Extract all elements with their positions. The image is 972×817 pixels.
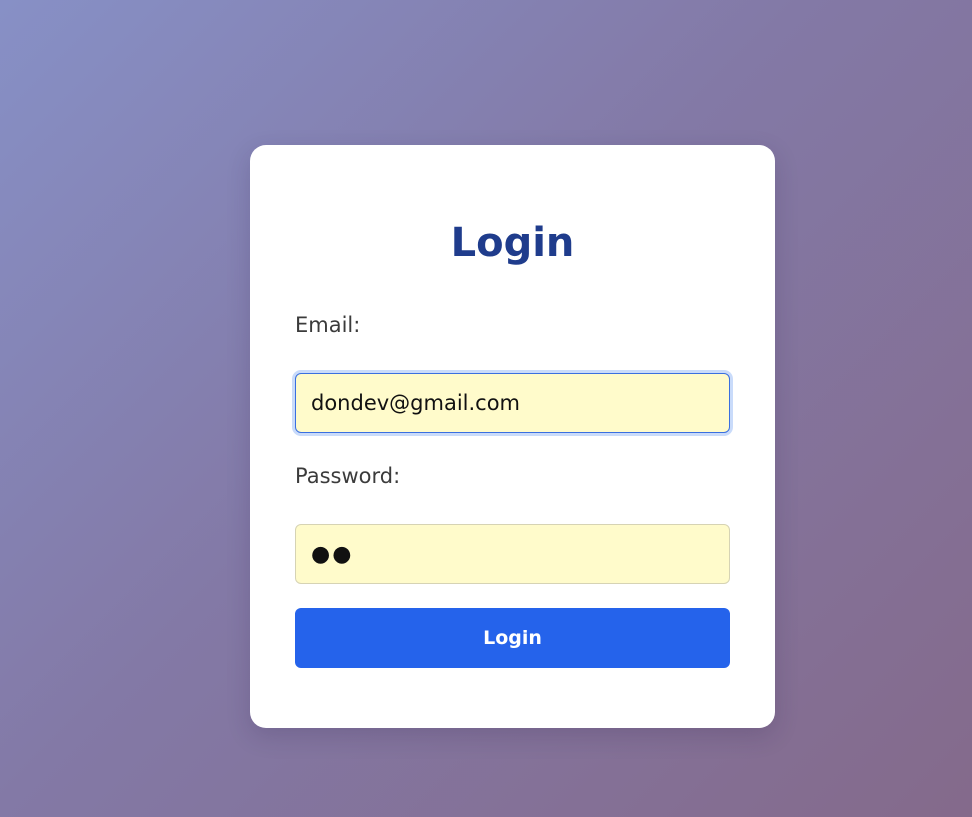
password-label: Password:	[295, 464, 401, 488]
email-label: Email:	[295, 313, 361, 337]
password-field[interactable]: ●●	[295, 524, 730, 584]
email-field[interactable]: dondev@gmail.com	[295, 373, 730, 433]
login-title: Login	[450, 220, 575, 266]
login-button[interactable]: Login	[295, 608, 730, 668]
login-button-label: Login	[483, 627, 542, 649]
login-card: Login Email: dondev@gmail.com Password: …	[250, 145, 775, 728]
email-field-value: dondev@gmail.com	[311, 391, 521, 415]
password-field-value: ●●	[311, 541, 354, 567]
